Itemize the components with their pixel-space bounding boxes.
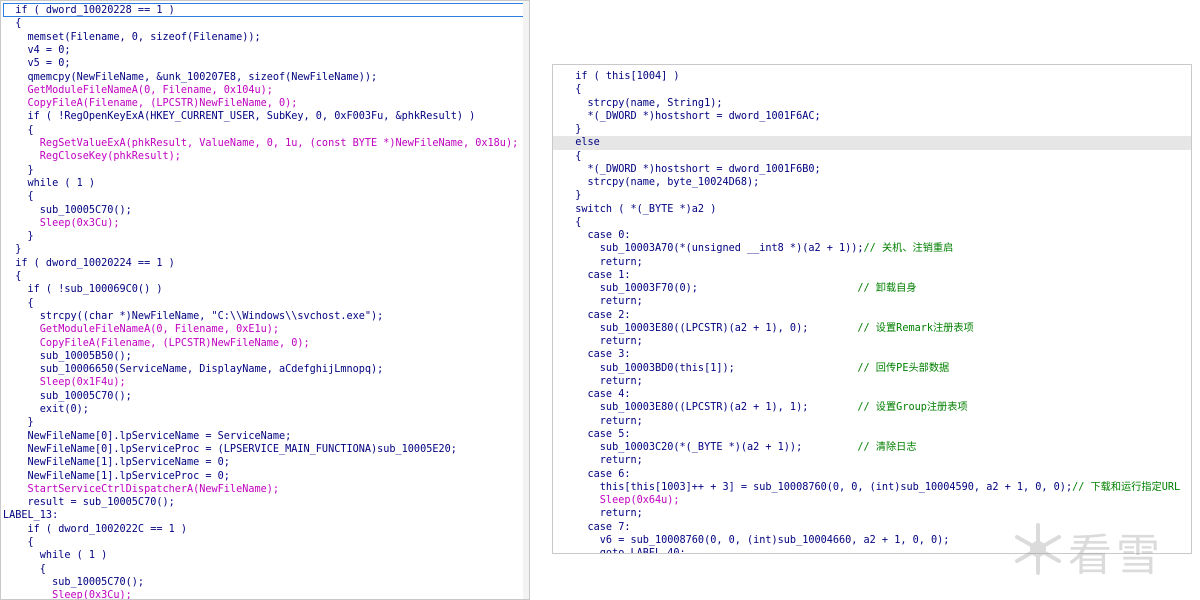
code-line[interactable]: Sleep(0x64u); — [553, 494, 1191, 507]
code-line[interactable]: case 1: — [553, 269, 1191, 282]
code-line[interactable]: if ( !sub_100069C0() ) — [1, 283, 529, 296]
code-comment: // 关机、注销重启 — [863, 243, 954, 255]
code-line[interactable]: this[this[1003]++ + 3] = sub_10008760(0,… — [553, 481, 1191, 494]
code-line[interactable]: RegSetValueExA(phkResult, ValueName, 0, … — [1, 137, 529, 150]
code-line[interactable]: { — [553, 216, 1191, 229]
code-line[interactable]: v4 = 0; — [1, 44, 529, 57]
code-line[interactable]: sub_10006650(ServiceName, DisplayName, a… — [1, 363, 529, 376]
code-line[interactable]: LABEL_13: — [1, 509, 529, 522]
code-line[interactable]: while ( 1 ) — [1, 177, 529, 190]
code-line[interactable]: sub_10003F70(0); // 卸载自身 — [553, 282, 1191, 295]
code-line[interactable]: Sleep(0x3Cu); — [1, 217, 529, 230]
code-line[interactable]: sub_10003C20(*(_BYTE *)(a2 + 1)); // 清除日… — [553, 441, 1191, 454]
code-line[interactable]: *(_DWORD *)hostshort = dword_1001F6AC; — [553, 110, 1191, 123]
code-line[interactable]: NewFileName[1].lpServiceName = 0; — [1, 456, 529, 469]
code-line[interactable]: CopyFileA(Filename, (LPCSTR)NewFileName,… — [1, 337, 529, 350]
code-comment: // 清除日志 — [857, 442, 917, 453]
code-line[interactable]: case 4: — [553, 388, 1191, 401]
code-line[interactable]: return; — [553, 415, 1191, 428]
code-line[interactable]: v5 = 0; — [1, 57, 529, 70]
code-line[interactable]: if ( !RegOpenKeyExA(HKEY_CURRENT_USER, S… — [1, 110, 529, 123]
code-line[interactable]: { — [1, 190, 529, 203]
code-line[interactable]: GetModuleFileNameA(0, Filename, 0xE1u); — [1, 323, 529, 336]
code-line[interactable]: case 0: — [553, 229, 1191, 242]
code-line[interactable]: { — [1, 297, 529, 310]
code-comment: // 下载和运行指定URL — [1072, 481, 1181, 493]
watermark-text: 看雪 — [1068, 530, 1164, 581]
code-line[interactable]: sub_10005C70(); — [1, 204, 529, 217]
code-line[interactable]: if ( this[1004] ) — [553, 70, 1191, 83]
code-line[interactable]: sub_10005B50(); — [1, 350, 529, 363]
code-line[interactable]: if ( dword_1002022C == 1 ) — [1, 523, 529, 536]
code-line[interactable]: RegCloseKey(phkResult); — [1, 150, 529, 163]
code-line[interactable]: sub_10003BD0(this[1]); // 回传PE头部数据 — [553, 362, 1191, 375]
code-line[interactable]: exit(0); — [1, 403, 529, 416]
code-line[interactable]: Sleep(0x3Cu); — [1, 589, 529, 599]
code-line[interactable]: CopyFileA(Filename, (LPCSTR)NewFileName,… — [1, 97, 529, 110]
code-line[interactable]: Sleep(0x1F4u); — [1, 376, 529, 389]
snowflake-logo-icon — [1015, 523, 1061, 575]
code-line[interactable]: strcpy(name, String1); — [553, 97, 1191, 110]
code-line[interactable]: sub_10003E80((LPCSTR)(a2 + 1), 0); // 设置… — [553, 322, 1191, 335]
code-line[interactable]: if ( dword_10020224 == 1 ) — [1, 257, 529, 270]
code-line[interactable]: { — [1, 124, 529, 137]
code-line[interactable]: return; — [553, 295, 1191, 308]
code-line[interactable]: { — [1, 17, 529, 30]
code-line[interactable]: return; — [553, 256, 1191, 269]
code-line[interactable]: { — [1, 536, 529, 549]
code-line[interactable]: case 5: — [553, 428, 1191, 441]
code-line[interactable]: result = sub_10005C70(); — [1, 496, 529, 509]
code-line[interactable]: } — [1, 230, 529, 243]
code-comment: // 回传PE头部数据 — [857, 362, 950, 374]
code-line[interactable]: case 3: — [553, 348, 1191, 361]
code-line[interactable]: } — [1, 243, 529, 256]
code-line[interactable]: strcpy((char *)NewFileName, "C:\\Windows… — [1, 310, 529, 323]
code-line[interactable]: } — [1, 164, 529, 177]
code-line[interactable]: sub_10005C70(); — [1, 576, 529, 589]
code-line[interactable]: switch ( *(_BYTE *)a2 ) — [553, 203, 1191, 216]
code-line[interactable]: strcpy(name, byte_10024D68); — [553, 176, 1191, 189]
code-line[interactable]: case 6: — [553, 468, 1191, 481]
code-line[interactable]: *(_DWORD *)hostshort = dword_1001F6B0; — [553, 163, 1191, 176]
code-line[interactable]: sub_10003E80((LPCSTR)(a2 + 1), 1); // 设置… — [553, 401, 1191, 414]
kanxue-watermark: 看雪 — [1010, 515, 1180, 585]
code-line[interactable]: return; — [553, 454, 1191, 467]
code-line[interactable]: sub_10005C70(); — [1, 390, 529, 403]
code-comment: // 设置Remark注册表项 — [857, 322, 974, 334]
left-pseudocode-view[interactable]: if ( dword_10020228 == 1 ) { memset(File… — [0, 0, 530, 600]
code-line[interactable]: return; — [553, 375, 1191, 388]
code-line[interactable]: NewFileName[1].lpServiceProc = 0; — [1, 470, 529, 483]
code-line[interactable]: } — [553, 123, 1191, 136]
code-line[interactable]: } — [1, 416, 529, 429]
code-line[interactable]: while ( 1 ) — [1, 549, 529, 562]
code-line[interactable]: GetModuleFileNameA(0, Filename, 0x104u); — [1, 84, 529, 97]
code-line[interactable]: case 2: — [553, 309, 1191, 322]
code-line[interactable]: } — [553, 189, 1191, 202]
right-pseudocode-view[interactable]: if ( this[1004] ) { strcpy(name, String1… — [552, 64, 1192, 554]
code-line[interactable]: { — [1, 270, 529, 283]
code-line[interactable]: StartServiceCtrlDispatcherA(NewFileName)… — [1, 483, 529, 496]
code-line[interactable]: NewFileName[0].lpServiceProc = (LPSERVIC… — [1, 443, 529, 456]
code-line[interactable]: { — [553, 83, 1191, 96]
code-line[interactable]: else — [553, 136, 1191, 150]
code-line[interactable]: qmemcpy(NewFileName, &unk_100207E8, size… — [1, 71, 529, 84]
code-line[interactable]: { — [1, 563, 529, 576]
code-comment: // 卸载自身 — [857, 283, 917, 294]
code-line[interactable]: if ( dword_10020228 == 1 ) — [1, 4, 529, 17]
code-line[interactable]: NewFileName[0].lpServiceName = ServiceNa… — [1, 430, 529, 443]
code-line[interactable]: memset(Filename, 0, sizeof(Filename)); — [1, 31, 529, 44]
code-line[interactable]: { — [553, 150, 1191, 163]
code-comment: // 设置Group注册表项 — [857, 402, 968, 414]
code-line[interactable]: sub_10003A70(*(unsigned __int8 *)(a2 + 1… — [553, 242, 1191, 255]
code-line[interactable]: return; — [553, 335, 1191, 348]
